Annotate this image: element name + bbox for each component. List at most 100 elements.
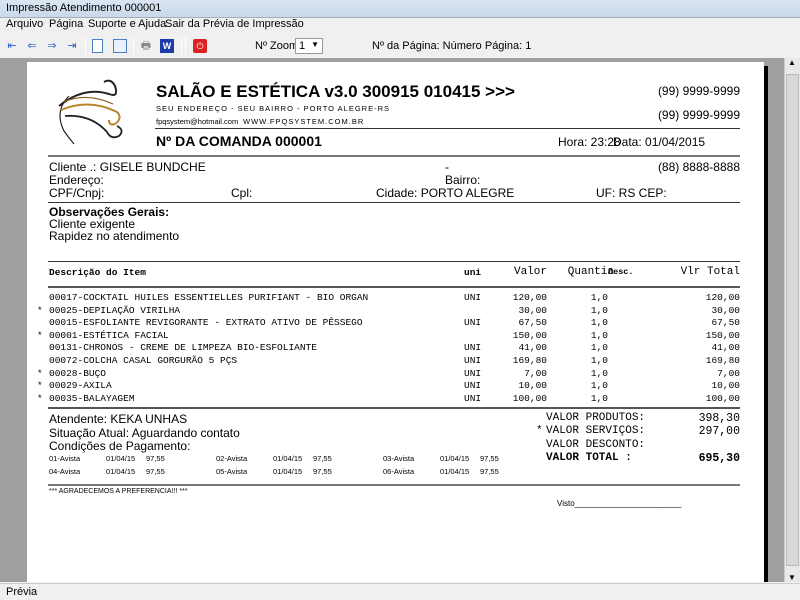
- col-desc: Descrição do Item: [49, 267, 146, 278]
- menu-suporte[interactable]: Suporte e Ajuda: [88, 18, 166, 30]
- row-description: 00001-ESTÉTICA FACIAL: [49, 329, 169, 341]
- toolbar: ⇤ ⇐ ⇒ ⇥ 🖶 W ⏻ Nº Zoom 1 ▼ Nº da Página: N…: [0, 34, 800, 58]
- row-quantity: 1,0: [590, 329, 608, 341]
- row-description: 00017-COCKTAIL HUILES ESSENTIELLES PURIF…: [49, 292, 369, 303]
- client-cpl: Cpl:: [231, 186, 253, 200]
- menu-pagina[interactable]: Página: [49, 18, 83, 30]
- row-price: 67,50: [518, 317, 547, 329]
- scroll-thumb[interactable]: [786, 74, 799, 566]
- payment-date: 01/04/15: [106, 467, 136, 476]
- single-page-icon[interactable]: [92, 39, 103, 53]
- print-preview-area: SALÃO E ESTÉTICA v3.0 300915 010415 >>> …: [0, 58, 784, 582]
- salon-logo: [58, 79, 123, 145]
- row-unit: UNI: [464, 380, 482, 392]
- row-total: 10,00: [711, 380, 740, 392]
- print-icon[interactable]: 🖶: [139, 39, 153, 53]
- zoom-label: Nº Zoom: [255, 40, 299, 52]
- payment-installment: 02-Avista: [216, 454, 248, 463]
- payment-value: 97,55: [480, 454, 499, 463]
- col-uni: uni: [464, 267, 482, 278]
- row-price: 41,00: [518, 342, 547, 354]
- row-star: *: [37, 367, 43, 379]
- vertical-scrollbar[interactable]: ▲ ▼: [784, 58, 800, 582]
- client-name: Cliente .: GISELE BUNDCHE: [49, 160, 206, 174]
- signature-line: Visto________________________: [557, 499, 682, 508]
- total-label: VALOR TOTAL :: [546, 451, 632, 464]
- row-quantity: 1,0: [590, 342, 608, 354]
- row-quantity: 1,0: [590, 392, 608, 404]
- scroll-down-icon[interactable]: ▼: [788, 573, 796, 582]
- menubar: Arquivo Página Suporte e Ajuda Sair da P…: [0, 18, 800, 33]
- page-number-label: Nº da Página: Número Página: 1: [372, 40, 532, 52]
- row-price: 10,00: [518, 380, 547, 392]
- menu-arquivo[interactable]: Arquivo: [6, 18, 43, 30]
- row-description: 00029-AXILA: [49, 380, 112, 392]
- client-dash: -: [445, 160, 449, 174]
- payment-value: 97,55: [313, 454, 332, 463]
- status-bar: Prévia: [0, 583, 800, 600]
- menu-sair[interactable]: Sair da Prévia de Impressão: [165, 18, 304, 30]
- client-cpf: CPF/Cnpj:: [49, 186, 105, 200]
- row-description: 00028-BUÇO: [49, 367, 107, 379]
- report-page: SALÃO E ESTÉTICA v3.0 300915 010415 >>> …: [27, 62, 764, 582]
- row-unit: UNI: [464, 317, 482, 329]
- row-description: 00072-COLCHA CASAL GORGURÃO 5 PÇS: [49, 355, 238, 366]
- payment-installment: 05-Avista: [216, 467, 248, 476]
- payment-installment: 06-Avista: [383, 467, 415, 476]
- next-page-icon[interactable]: ⇒: [45, 39, 59, 53]
- payment-value: 97,55: [146, 467, 165, 476]
- payment-installment: 03-Avista: [383, 454, 415, 463]
- row-total: 150,00: [705, 329, 740, 341]
- row-unit: UNI: [464, 367, 482, 379]
- two-page-icon[interactable]: [113, 39, 127, 53]
- current-status: Situação Atual: Aguardando contato: [49, 426, 240, 440]
- row-quantity: 1,0: [590, 317, 608, 329]
- row-description: 00131-CHRONOS - CREME DE LIMPEZA BIO-ESF…: [49, 342, 317, 354]
- window-title: Impressão Atendimento 000001: [0, 0, 800, 18]
- row-description: 00025-DEPILAÇÃO VIRILHA: [49, 304, 181, 316]
- row-price: 169,80: [512, 355, 547, 366]
- total-label: VALOR PRODUTOS:: [546, 412, 646, 424]
- row-price: 150,00: [512, 329, 547, 341]
- row-total: 7,00: [717, 367, 740, 379]
- zoom-value: 1: [299, 40, 306, 52]
- client-uf-cep: UF: RS CEP:: [596, 186, 667, 200]
- company-phone-2: (99) 9999-9999: [657, 108, 740, 122]
- payment-installment: 01-Avista: [49, 454, 81, 463]
- row-star: *: [37, 329, 43, 341]
- company-address: SEU ENDEREÇO - SEU BAIRRO - PORTO ALEGRE…: [156, 104, 391, 113]
- order-number: Nº DA COMANDA 000001: [156, 133, 322, 149]
- chevron-down-icon: ▼: [311, 40, 319, 49]
- row-quantity: 1,0: [590, 355, 608, 366]
- payment-date: 01/04/15: [273, 454, 303, 463]
- row-description: 00035-BALAYAGEM: [49, 392, 135, 404]
- payment-date: 01/04/15: [273, 467, 303, 476]
- row-unit: UNI: [464, 342, 482, 354]
- attendant: Atendente: KEKA UNHAS: [49, 412, 188, 426]
- client-district: Bairro:: [445, 173, 481, 187]
- row-total: 120,00: [705, 292, 740, 303]
- payment-date: 01/04/15: [440, 467, 470, 476]
- payment-installment: 04-Avista: [49, 467, 81, 476]
- close-preview-icon[interactable]: ⏻: [193, 39, 207, 53]
- word-export-icon[interactable]: W: [160, 39, 174, 53]
- col-desconto: Desc.: [608, 267, 634, 277]
- row-price: 120,00: [512, 292, 547, 303]
- last-page-icon[interactable]: ⇥: [65, 39, 79, 53]
- first-page-icon[interactable]: ⇤: [5, 39, 19, 53]
- row-total: 67,50: [711, 317, 740, 329]
- company-phone-1: (99) 9999-9999: [657, 84, 740, 98]
- scroll-up-icon[interactable]: ▲: [788, 58, 796, 67]
- total-value: 297,00: [698, 425, 740, 439]
- zoom-select[interactable]: 1 ▼: [295, 38, 323, 54]
- row-quantity: 1,0: [590, 380, 608, 392]
- row-price: 7,00: [524, 367, 547, 379]
- payment-value: 97,55: [313, 467, 332, 476]
- company-name: SALÃO E ESTÉTICA v3.0 300915 010415 >>>: [156, 82, 515, 101]
- prev-page-icon[interactable]: ⇐: [25, 39, 39, 53]
- payment-conditions: Condições de Pagamento:: [49, 439, 191, 453]
- payment-date: 01/04/15: [440, 454, 470, 463]
- company-email: fpqsystem@hotmail.com: [156, 117, 239, 126]
- thanks-message: *** AGRADECEMOS A PREFERENCIA!!! ***: [49, 488, 188, 495]
- row-quantity: 1,0: [590, 292, 608, 303]
